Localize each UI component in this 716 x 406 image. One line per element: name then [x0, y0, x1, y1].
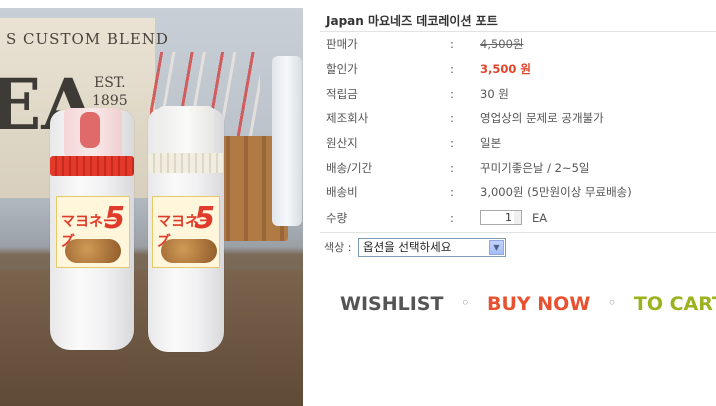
row-quantity: 수량 : 1 EA	[326, 207, 716, 230]
color-option-selected: 옵션을 선택하세요	[363, 240, 452, 254]
bottle-red-ring	[50, 156, 134, 176]
sign-est-line1: EST.	[94, 75, 126, 91]
product-image: S CUSTOM BLEND EA EST. 1895 マヨネーズ 5 マヨネー…	[0, 8, 303, 406]
to-cart-button[interactable]: TO CART	[634, 293, 716, 315]
wishlist-button[interactable]: WISHLIST	[340, 293, 443, 315]
product-title: Japan 마요네즈 데코레이션 포트	[326, 14, 498, 28]
row-key: 판매가	[326, 37, 358, 51]
row-delivery: 배송/기간 : 꾸미기좋은날 / 2~5일	[326, 157, 716, 180]
row-shipping-fee: 배송비 : 3,000원 (5만원이상 무료배송)	[326, 181, 716, 204]
points-value: 30 원	[480, 87, 509, 101]
row-colon: :	[450, 37, 454, 51]
bottle-red-tip	[80, 112, 100, 148]
row-colon: :	[450, 111, 454, 125]
row-key: 수량	[326, 211, 348, 225]
divider	[320, 31, 716, 32]
row-colon: :	[450, 62, 454, 76]
row-key: 제조회사	[326, 111, 369, 125]
bottle-white-label: マヨネーズ 5	[152, 196, 220, 268]
action-buttons: WISHLIST ◦ BUY NOW ◦ TO CART	[340, 292, 716, 318]
separator-dot: ◦	[607, 296, 617, 311]
row-colon: :	[450, 211, 454, 225]
delivery-value: 꾸미기좋은날 / 2~5일	[480, 161, 590, 175]
row-key: 원산지	[326, 136, 358, 150]
glass-jar	[272, 56, 302, 226]
origin-value: 일본	[480, 136, 502, 150]
list-price: 4,500원	[480, 37, 524, 51]
row-colon: :	[450, 87, 454, 101]
label-food-image	[65, 239, 121, 263]
row-colon: :	[450, 161, 454, 175]
buy-now-button[interactable]: BUY NOW	[487, 293, 590, 315]
quantity-input[interactable]: 1	[480, 210, 516, 225]
label-number: 5	[194, 201, 215, 236]
sale-price: 3,500 원	[480, 62, 531, 76]
quantity-unit: EA	[532, 211, 548, 225]
color-option-label: 색상 :	[324, 241, 352, 254]
row-manufacturer: 제조회사 : 영업상의 문제로 공개불가	[326, 107, 716, 130]
row-origin: 원산지 : 일본	[326, 132, 716, 155]
row-colon: :	[450, 185, 454, 199]
row-key: 할인가	[326, 62, 358, 76]
row-points: 적립금 : 30 원	[326, 83, 716, 106]
row-key: 배송/기간	[326, 161, 373, 175]
divider	[320, 232, 716, 233]
row-key: 배송비	[326, 185, 358, 199]
label-number: 5	[104, 201, 125, 236]
row-key: 적립금	[326, 87, 358, 101]
shipping-fee-value: 3,000원 (5만원이상 무료배송)	[480, 185, 632, 199]
row-list-price: 판매가 : 4,500원	[326, 33, 716, 56]
bottle-white-ring	[148, 153, 224, 173]
row-colon: :	[450, 136, 454, 150]
sign-est: EST. 1895	[92, 74, 128, 110]
quantity-stepper[interactable]	[514, 210, 522, 225]
bottle-white-cap	[158, 106, 214, 156]
chevron-down-icon[interactable]: ▼	[489, 240, 504, 255]
color-option-select[interactable]: 옵션을 선택하세요 ▼	[358, 238, 506, 257]
sign-text: S CUSTOM BLEND	[6, 30, 169, 48]
row-sale-price: 할인가 : 3,500 원	[326, 58, 716, 81]
separator-dot: ◦	[461, 296, 470, 311]
manufacturer-value: 영업상의 문제로 공개불가	[480, 111, 604, 125]
label-food-image	[161, 239, 217, 263]
bottle-red-label: マヨネーズ 5	[56, 196, 130, 268]
